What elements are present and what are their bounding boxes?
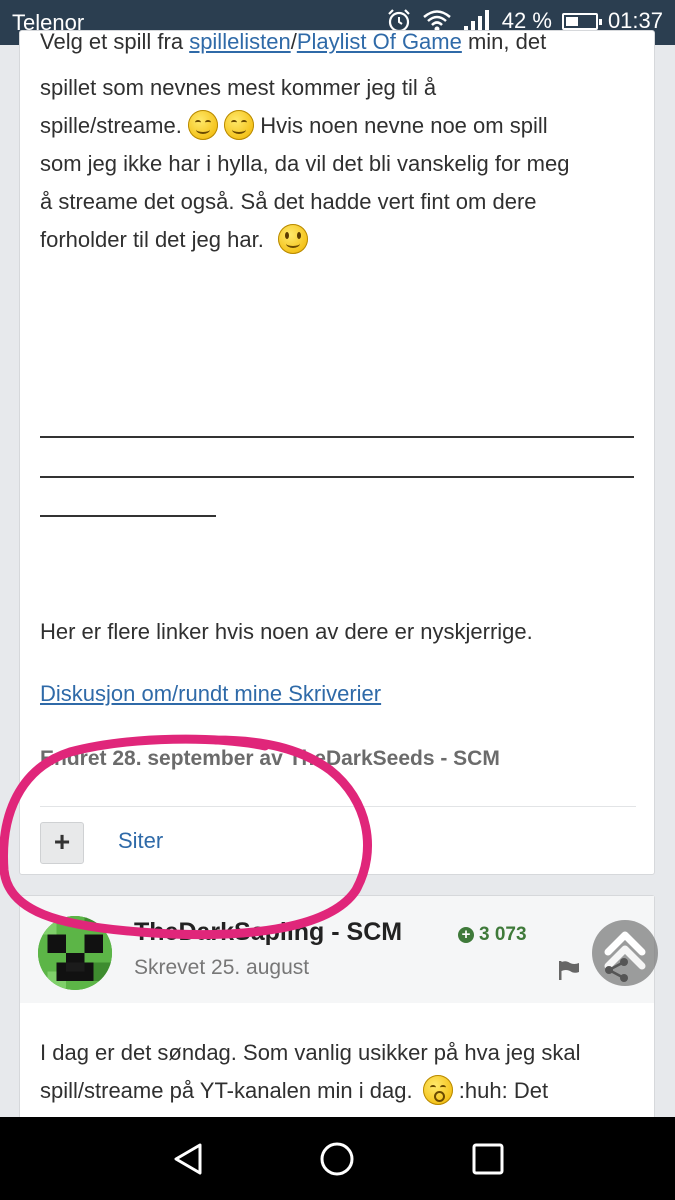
post-text: :huh: Det [452,1078,549,1103]
blush-emoji-icon [224,110,255,141]
post-text: spill/streame på YT-kanalen min i dag. [40,1078,413,1103]
post-line: Velg et spill fra spillelisten/Playlist … [40,23,640,61]
recents-icon[interactable] [470,1141,506,1177]
post-text: Hvis noen nevne noe om spill [260,113,548,138]
author-name[interactable]: TheDarkSapling - SCM [134,918,402,947]
confused-emoji-icon [422,1075,453,1106]
playlist-of-game-link[interactable]: Playlist Of Game [297,29,462,54]
post-author-header: TheDarkSapling - SCM +3 073 Skrevet 25. … [20,896,654,1003]
post-line: spill/streame på YT-kanalen min i dag. :… [40,1072,640,1110]
playlist-link[interactable]: spillelisten [189,29,291,54]
post-line: spillet som nevnes mest kommer jeg til å [40,75,437,100]
android-nav-bar [0,1117,675,1200]
post-card: Velg et spill fra spillelisten/Playlist … [19,29,655,875]
post-date: Skrevet 25. august [134,956,310,979]
multiquote-plus-button[interactable]: + [40,822,84,864]
post-line: å streame det også. Så det hadde vert fi… [40,189,537,214]
post-line: som jeg ikke har i hylla, da vil det bli… [40,151,570,176]
post-text: min, det [461,29,547,54]
plus-circle-icon: + [458,927,474,943]
flag-icon[interactable] [558,960,580,980]
home-icon[interactable] [319,1141,355,1177]
post-line: forholder til det jeg har. [40,221,640,259]
post-body: I dag er det søndag. Som vanlig usikker … [40,1034,640,1110]
quote-button[interactable]: Siter [118,828,163,854]
reputation-count: 3 073 [479,924,527,945]
post-line: I dag er det søndag. Som vanlig usikker … [40,1040,581,1065]
edited-note: Endret 28. september av TheDarkSeeds - S… [40,747,500,770]
post-line: spille/streame. Hvis noen nevne noe om s… [40,107,640,145]
post-card: TheDarkSapling - SCM +3 073 Skrevet 25. … [19,895,655,1125]
back-icon[interactable] [170,1141,206,1177]
text-divider [40,436,634,438]
share-icon[interactable] [603,957,631,983]
post-text: forholder til det jeg har. [40,227,264,252]
card-divider [40,806,636,807]
text-divider [40,515,216,517]
more-links-text: Her er flere linker hvis noen av dere er… [40,619,533,644]
discussion-link[interactable]: Diskusjon om/rundt mine Skriverier [40,681,381,706]
post-line: Diskusjon om/rundt mine Skriverier [40,675,640,713]
reputation-badge: +3 073 [458,924,527,946]
smiley-emoji-icon [277,224,308,255]
post-text: Velg et spill fra [40,29,190,54]
post-text: spille/streame. [40,113,182,138]
avatar[interactable] [38,916,112,990]
blush-emoji-icon [187,110,218,141]
text-divider [40,476,634,478]
